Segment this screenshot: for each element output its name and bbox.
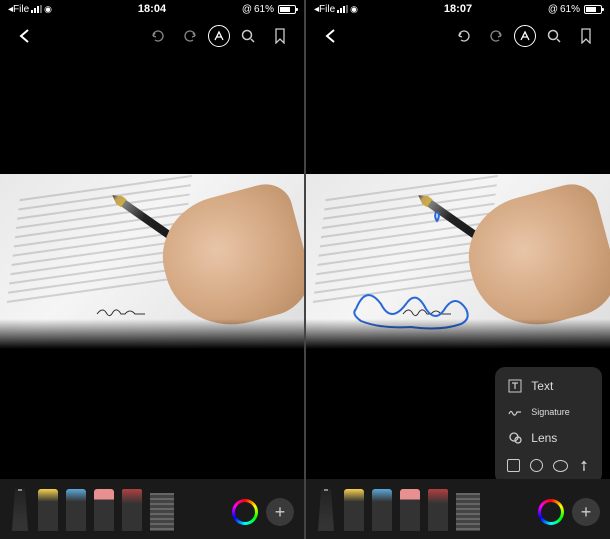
eraser-tool[interactable] bbox=[400, 489, 420, 531]
add-button[interactable]: + bbox=[572, 498, 600, 526]
shape-speech-button[interactable] bbox=[553, 460, 568, 472]
popup-signature-option[interactable]: Signature bbox=[495, 399, 602, 425]
pen-tool[interactable] bbox=[316, 489, 336, 531]
popup-text-option[interactable]: Text bbox=[495, 373, 602, 399]
undo-button[interactable] bbox=[450, 22, 478, 50]
popup-signature-label: Signature bbox=[531, 407, 570, 417]
ruler-tool[interactable] bbox=[456, 493, 480, 531]
back-button[interactable] bbox=[10, 21, 40, 51]
search-button[interactable] bbox=[234, 22, 262, 50]
status-bar: ◂File ◉ 18:07 @ 61% bbox=[306, 0, 610, 18]
shape-arrow-button[interactable]: ➚ bbox=[574, 455, 594, 475]
wifi-icon: ◉ bbox=[350, 4, 358, 15]
shape-circle-button[interactable] bbox=[530, 459, 543, 472]
eraser-tool[interactable] bbox=[94, 489, 114, 531]
battery-percent: 61% bbox=[254, 4, 274, 15]
text-icon bbox=[507, 378, 523, 394]
right-screenshot: ◂File ◉ 18:07 @ 61% bbox=[306, 0, 610, 539]
lens-icon bbox=[507, 430, 523, 446]
add-button[interactable]: + bbox=[266, 498, 294, 526]
bookmark-button[interactable] bbox=[266, 22, 294, 50]
back-to-app[interactable]: ◂File bbox=[314, 4, 335, 15]
search-button[interactable] bbox=[540, 22, 568, 50]
tool-palette: + bbox=[0, 479, 304, 539]
battery-percent: 61% bbox=[560, 4, 580, 15]
signal-icon bbox=[337, 5, 348, 13]
highlighter-yellow-tool[interactable] bbox=[38, 489, 58, 531]
color-picker-button[interactable] bbox=[538, 499, 564, 525]
redo-button[interactable] bbox=[176, 22, 204, 50]
highlighter-blue-tool[interactable] bbox=[372, 489, 392, 531]
lasso-tool[interactable] bbox=[428, 489, 448, 531]
back-to-app[interactable]: ◂File bbox=[8, 4, 29, 15]
battery-icon bbox=[584, 5, 602, 14]
bookmark-button[interactable] bbox=[572, 22, 600, 50]
battery-prefix: @ bbox=[548, 4, 558, 15]
pen-tool[interactable] bbox=[10, 489, 30, 531]
document-image bbox=[0, 174, 304, 349]
color-picker-button[interactable] bbox=[232, 499, 258, 525]
battery-icon bbox=[278, 5, 296, 14]
markup-mode-button[interactable] bbox=[208, 25, 230, 47]
document-viewport[interactable] bbox=[0, 54, 304, 539]
popup-lens-option[interactable]: Lens bbox=[495, 425, 602, 451]
user-annotation-mark bbox=[431, 209, 446, 224]
clock: 18:07 bbox=[444, 3, 472, 15]
signature-icon bbox=[507, 404, 523, 420]
top-toolbar bbox=[306, 18, 610, 54]
lasso-tool[interactable] bbox=[122, 489, 142, 531]
battery-prefix: @ bbox=[242, 4, 252, 15]
markup-mode-button[interactable] bbox=[514, 25, 536, 47]
wifi-icon: ◉ bbox=[44, 4, 52, 15]
undo-button[interactable] bbox=[144, 22, 172, 50]
left-screenshot: ◂File ◉ 18:04 @ 61% bbox=[0, 0, 304, 539]
clock: 18:04 bbox=[138, 3, 166, 15]
shape-square-button[interactable] bbox=[507, 459, 520, 472]
popup-shapes-row: ➚ bbox=[495, 451, 602, 478]
document-image bbox=[306, 174, 610, 349]
popup-text-label: Text bbox=[531, 379, 553, 393]
back-button[interactable] bbox=[316, 21, 346, 51]
add-popup-menu: Text Signature Lens ➚ bbox=[495, 367, 602, 484]
ruler-tool[interactable] bbox=[150, 493, 174, 531]
redo-button[interactable] bbox=[482, 22, 510, 50]
status-bar: ◂File ◉ 18:04 @ 61% bbox=[0, 0, 304, 18]
highlighter-yellow-tool[interactable] bbox=[344, 489, 364, 531]
tool-palette: + bbox=[306, 479, 610, 539]
signal-icon bbox=[31, 5, 42, 13]
popup-lens-label: Lens bbox=[531, 431, 557, 445]
top-toolbar bbox=[0, 18, 304, 54]
highlighter-blue-tool[interactable] bbox=[66, 489, 86, 531]
